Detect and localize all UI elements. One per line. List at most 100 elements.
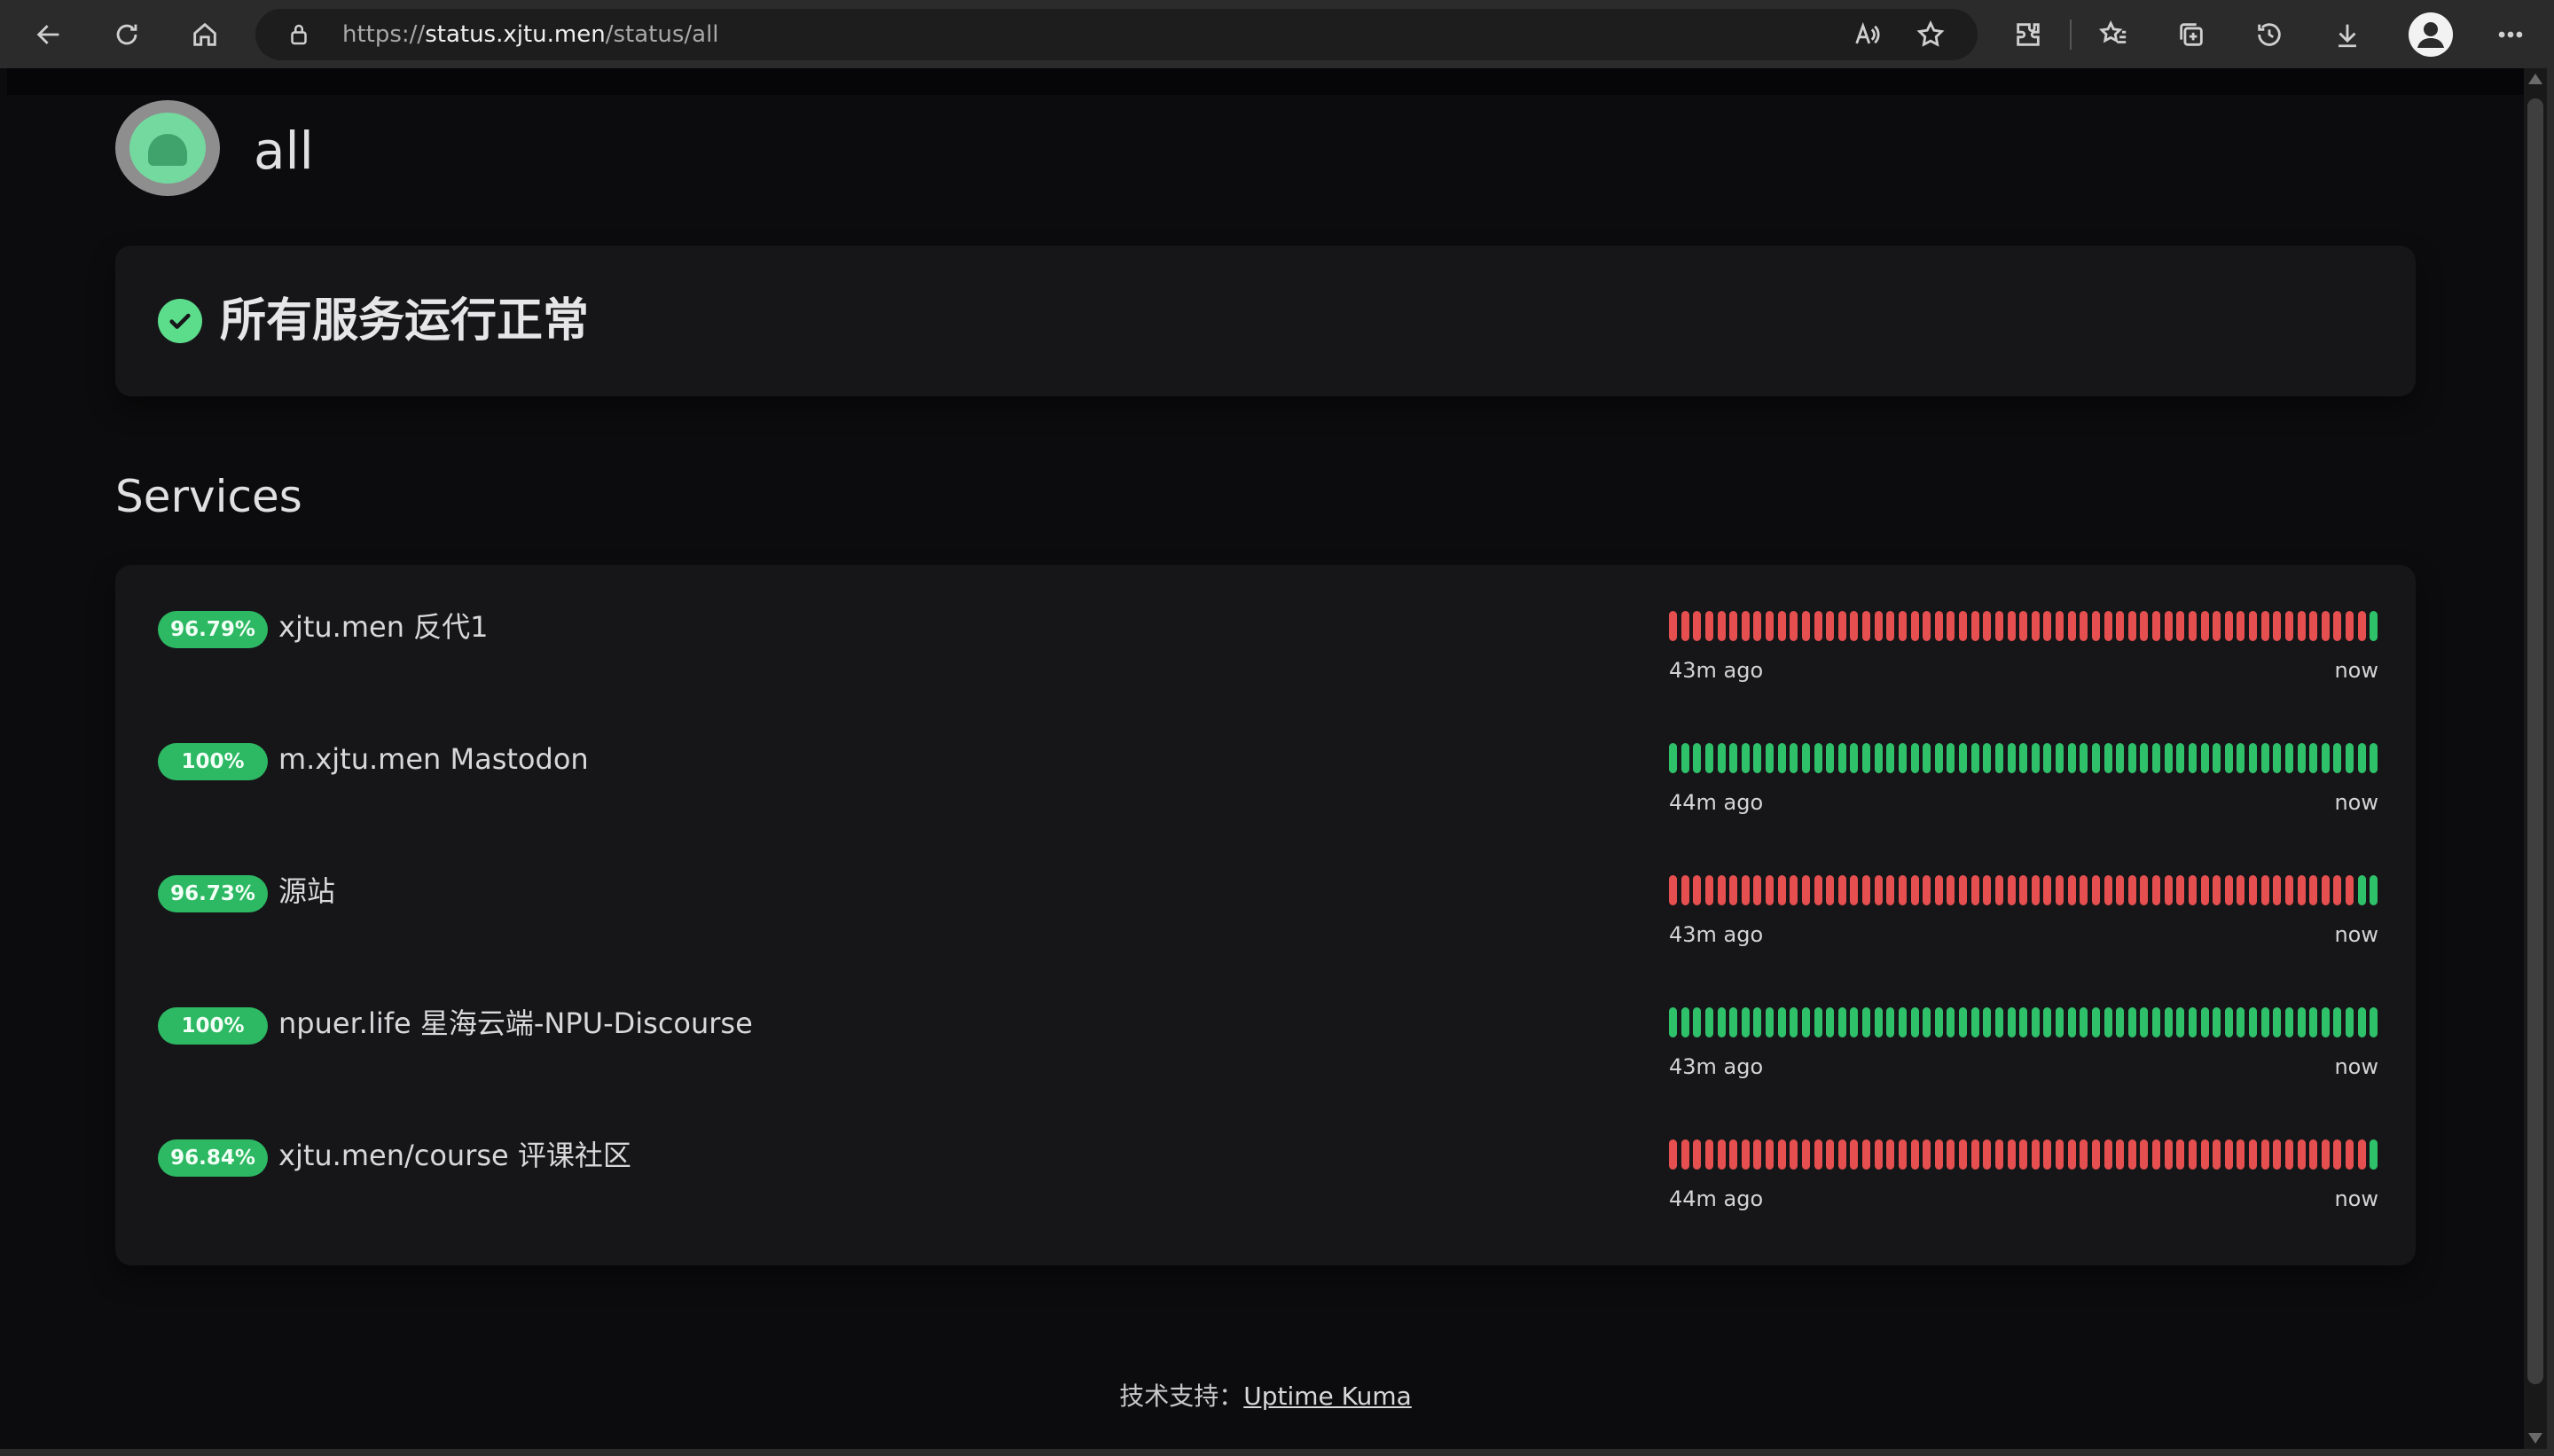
heartbeat-up[interactable] (2321, 743, 2330, 773)
heartbeat-down[interactable] (1970, 875, 1979, 905)
heartbeat-down[interactable] (1814, 875, 1822, 905)
heartbeat-down[interactable] (2056, 875, 2064, 905)
heartbeat-down[interactable] (2249, 875, 2257, 905)
vertical-scrollbar[interactable] (2524, 68, 2547, 1449)
heartbeat-down[interactable] (2200, 611, 2209, 641)
favorites-button[interactable] (2091, 12, 2135, 57)
heartbeat-down[interactable] (2213, 611, 2221, 641)
heartbeat-down[interactable] (1801, 611, 1810, 641)
heartbeat-down[interactable] (1680, 875, 1689, 905)
heartbeat-up[interactable] (2260, 1007, 2269, 1037)
heartbeat-down[interactable] (1898, 875, 1907, 905)
heartbeat-up[interactable] (1777, 743, 1786, 773)
heartbeat-down[interactable] (2309, 611, 2318, 641)
heartbeat-up[interactable] (2164, 743, 2173, 773)
heartbeat-down[interactable] (1717, 1139, 1726, 1170)
heartbeat-down[interactable] (2164, 1139, 2173, 1170)
more-button[interactable] (2488, 12, 2533, 57)
heartbeat-down[interactable] (1729, 611, 1738, 641)
heartbeat-up[interactable] (2370, 875, 2378, 905)
heartbeat-down[interactable] (2007, 1139, 2016, 1170)
heartbeat-down[interactable] (2346, 1139, 2354, 1170)
heartbeat-down[interactable] (1766, 1139, 1774, 1170)
heartbeat-down[interactable] (1886, 1139, 1895, 1170)
heartbeat-down[interactable] (1923, 875, 1931, 905)
heartbeat-down[interactable] (2237, 611, 2245, 641)
heartbeat-up[interactable] (1741, 1007, 1750, 1037)
heartbeat-down[interactable] (1886, 875, 1895, 905)
heartbeat-down[interactable] (2284, 1139, 2293, 1170)
heartbeat-down[interactable] (2357, 611, 2366, 641)
heartbeat-up[interactable] (1862, 743, 1870, 773)
heartbeat-down[interactable] (2164, 611, 2173, 641)
heartbeat-up[interactable] (1934, 1007, 1943, 1037)
heartbeat-down[interactable] (1947, 1139, 1955, 1170)
heartbeat-down[interactable] (2067, 1139, 2076, 1170)
heartbeat-up[interactable] (2200, 1007, 2209, 1037)
heartbeat-up[interactable] (2056, 743, 2064, 773)
heartbeat-down[interactable] (2188, 875, 2197, 905)
heartbeat-up[interactable] (2019, 1007, 2028, 1037)
heartbeat-down[interactable] (1947, 611, 1955, 641)
heartbeat-up[interactable] (2080, 743, 2088, 773)
heartbeat-down[interactable] (2043, 875, 2052, 905)
heartbeat-up[interactable] (1910, 743, 1919, 773)
heartbeat-up[interactable] (2284, 743, 2293, 773)
heartbeat-down[interactable] (2116, 611, 2125, 641)
heartbeat-up[interactable] (1970, 743, 1979, 773)
heartbeat-up[interactable] (2031, 743, 2040, 773)
heartbeat-down[interactable] (2249, 1139, 2257, 1170)
heartbeat-down[interactable] (1741, 875, 1750, 905)
heartbeat-down[interactable] (2309, 875, 2318, 905)
heartbeat-down[interactable] (2273, 1139, 2282, 1170)
heartbeat-up[interactable] (1862, 1007, 1870, 1037)
heartbeat-down[interactable] (1777, 611, 1786, 641)
heartbeat-up[interactable] (1704, 1007, 1713, 1037)
heartbeat-down[interactable] (1910, 875, 1919, 905)
scroll-down-arrow[interactable] (2528, 1433, 2542, 1444)
heartbeat-down[interactable] (2164, 875, 2173, 905)
heartbeat-up[interactable] (2080, 1007, 2088, 1037)
heartbeat-down[interactable] (2176, 611, 2185, 641)
heartbeat-up[interactable] (2346, 743, 2354, 773)
download-button[interactable] (2325, 12, 2370, 57)
heartbeat-up[interactable] (1766, 1007, 1774, 1037)
heartbeat-down[interactable] (2224, 611, 2233, 641)
heartbeat-down[interactable] (2176, 1139, 2185, 1170)
heartbeat-down[interactable] (2152, 1139, 2160, 1170)
heartbeat-up[interactable] (2140, 1007, 2149, 1037)
heartbeat-down[interactable] (2200, 1139, 2209, 1170)
heartbeat-down[interactable] (2007, 875, 2016, 905)
scroll-thumb[interactable] (2527, 98, 2543, 1384)
heartbeat-up[interactable] (1766, 743, 1774, 773)
heartbeat-up[interactable] (2333, 1007, 2342, 1037)
heartbeat-up[interactable] (2309, 1007, 2318, 1037)
heartbeat-up[interactable] (1826, 743, 1835, 773)
heartbeat-up[interactable] (2346, 1007, 2354, 1037)
heartbeat-down[interactable] (2091, 1139, 2100, 1170)
heartbeat-down[interactable] (1753, 1139, 1762, 1170)
heartbeat-up[interactable] (1814, 743, 1822, 773)
heartbeat-up[interactable] (1790, 1007, 1798, 1037)
refresh-button[interactable] (105, 12, 149, 57)
heartbeat-up[interactable] (2104, 1007, 2112, 1037)
heartbeat-up[interactable] (2370, 611, 2378, 641)
heartbeat-down[interactable] (1886, 611, 1895, 641)
heartbeat-down[interactable] (1934, 611, 1943, 641)
heartbeat-up[interactable] (2091, 743, 2100, 773)
heartbeat-up[interactable] (1801, 1007, 1810, 1037)
heartbeat-up[interactable] (1669, 743, 1677, 773)
heartbeat-down[interactable] (1874, 1139, 1883, 1170)
heartbeat-down[interactable] (1801, 1139, 1810, 1170)
heartbeat-up[interactable] (1994, 1007, 2003, 1037)
back-button[interactable] (27, 12, 71, 57)
heartbeat-up[interactable] (2116, 1007, 2125, 1037)
heartbeat-down[interactable] (1947, 875, 1955, 905)
heartbeat-down[interactable] (1874, 875, 1883, 905)
heartbeat-down[interactable] (1693, 611, 1702, 641)
heartbeat-up[interactable] (1717, 743, 1726, 773)
heartbeat-up[interactable] (1874, 1007, 1883, 1037)
heartbeat-down[interactable] (2321, 611, 2330, 641)
history-button[interactable] (2247, 12, 2292, 57)
heartbeat-down[interactable] (2224, 875, 2233, 905)
